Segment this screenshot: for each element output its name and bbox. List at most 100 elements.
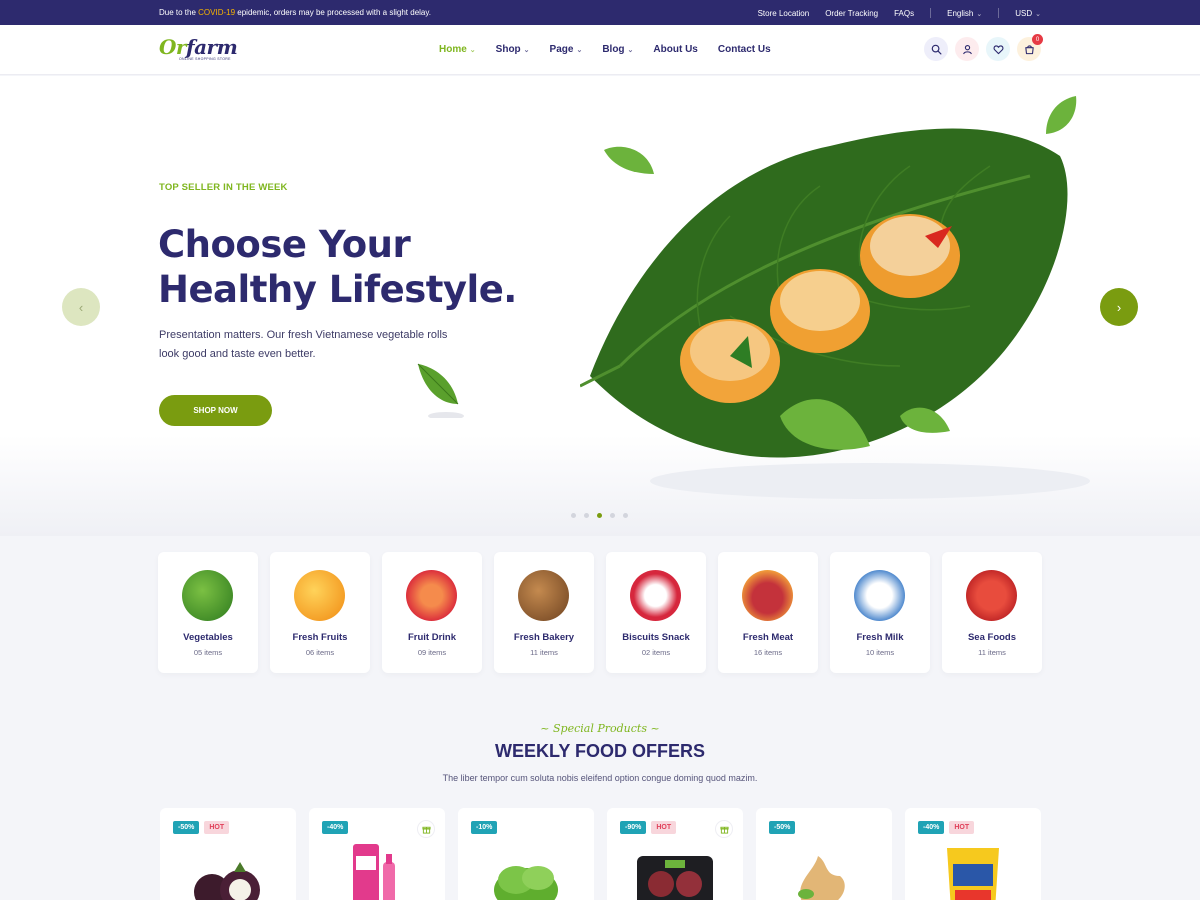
product-image <box>947 848 999 900</box>
category-card-fresh-meat[interactable]: Fresh Meat 16 items <box>718 552 818 673</box>
chevron-down-icon: ⌄ <box>576 46 583 54</box>
nav-label: Shop <box>495 44 521 55</box>
slider-dot[interactable] <box>610 513 615 518</box>
category-card-fresh-bakery[interactable]: Fresh Bakery 11 items <box>494 552 594 673</box>
nav-label: Contact Us <box>717 44 771 55</box>
header-icons: 0 <box>924 34 1043 61</box>
discount-badge: -90% <box>620 821 647 834</box>
hero-desc-line2: look good and taste even better. <box>159 348 316 360</box>
category-name: Vegetables <box>183 632 233 643</box>
account-button[interactable] <box>955 37 979 61</box>
discount-badge: -40% <box>322 821 349 834</box>
category-card-sea-foods[interactable]: Sea Foods 11 items <box>942 552 1042 673</box>
nav-item-page[interactable]: Page ⌄ <box>550 44 583 55</box>
product-image <box>798 856 845 900</box>
slider-dot-active[interactable] <box>597 513 602 518</box>
product-card[interactable]: -40% <box>309 808 445 900</box>
language-label: English <box>947 8 974 18</box>
main-header: Orfarm ONLINE SHOPPING STORE Home ⌄ Shop ⌄… <box>0 25 1200 75</box>
product-tags: -50% HOT <box>173 821 230 834</box>
category-name: Fresh Bakery <box>513 632 575 643</box>
notice-text-suffix: epidemic, orders may be processed with a… <box>235 8 431 17</box>
category-image <box>182 570 233 621</box>
category-card-vegetables[interactable]: Vegetables 05 items <box>158 552 258 673</box>
category-name: Fresh Fruits <box>292 632 348 643</box>
category-count: 10 items <box>865 648 895 657</box>
link-order-tracking[interactable]: Order Tracking <box>825 9 878 18</box>
category-image <box>742 570 793 621</box>
hot-badge: HOT <box>949 821 975 834</box>
product-card[interactable]: -50% <box>756 808 892 900</box>
wishlist-button[interactable] <box>986 37 1010 61</box>
gift-icon[interactable] <box>417 820 435 838</box>
notice-text: Due to the <box>159 8 199 17</box>
product-card[interactable]: -40% HOT <box>905 808 1041 900</box>
slider-prev-button[interactable]: ‹ <box>62 288 100 326</box>
product-image <box>194 862 260 900</box>
category-card-biscuits-snack[interactable]: Biscuits Snack 02 items <box>606 552 706 673</box>
category-name: Fruit Drink <box>407 632 457 643</box>
shop-now-button[interactable]: SHOP NOW <box>159 395 272 426</box>
nav-item-about[interactable]: About Us <box>653 44 697 55</box>
nav-item-home[interactable]: Home ⌄ <box>439 44 476 55</box>
main-nav: Home ⌄ Shop ⌄ Page ⌄ Blog ⌄ About Us Contact… <box>439 44 771 55</box>
category-count: 11 items <box>978 648 1006 657</box>
product-card[interactable]: -10% <box>458 808 594 900</box>
cart-count-badge: 0 <box>1032 34 1043 45</box>
category-image <box>966 570 1017 621</box>
section-title: WEEKLY FOOD OFFERS <box>494 741 706 761</box>
top-links: Store Location Order Tracking FAQs Engli… <box>758 8 1041 18</box>
logo-text-a: Or <box>159 35 186 59</box>
search-button[interactable] <box>924 37 948 61</box>
nav-item-shop[interactable]: Shop ⌄ <box>496 44 530 55</box>
product-card[interactable]: -50% HOT <box>160 808 296 900</box>
chevron-down-icon: ⌄ <box>627 46 634 54</box>
category-card-fruit-drink[interactable]: Fruit Drink 09 items <box>382 552 482 673</box>
product-card[interactable]: -90% HOT <box>607 808 743 900</box>
slider-dot[interactable] <box>584 513 589 518</box>
currency-select[interactable]: USD ⌄ <box>1015 9 1041 18</box>
section-tag: ~ Special Products ~ <box>540 722 660 735</box>
product-tags: -90% HOT <box>620 821 677 834</box>
link-faqs[interactable]: FAQs <box>894 9 914 18</box>
section-description: The liber tempor cum soluta nobis eleife… <box>442 773 758 783</box>
gift-icon[interactable] <box>715 820 733 838</box>
discount-badge: -40% <box>918 821 945 834</box>
category-card-fresh-milk[interactable]: Fresh Milk 10 items <box>830 552 930 673</box>
slider-dot[interactable] <box>571 513 576 518</box>
hero-title-line2: Healthy Lifestyle. <box>158 268 517 311</box>
product-image <box>353 844 395 900</box>
logo[interactable]: Orfarm ONLINE SHOPPING STORE <box>159 35 239 65</box>
hero-title: Choose Your Healthy Lifestyle. <box>158 222 578 312</box>
leaf-decoration <box>417 363 464 418</box>
nav-item-contact[interactable]: Contact Us <box>718 44 771 55</box>
category-card-fresh-fruits[interactable]: Fresh Fruits 06 items <box>270 552 370 673</box>
nav-item-blog[interactable]: Blog ⌄ <box>602 44 633 55</box>
slider-dot[interactable] <box>623 513 628 518</box>
divider <box>998 8 1000 18</box>
category-name: Fresh Milk <box>856 632 904 643</box>
category-list: Vegetables 05 items Fresh Fruits 06 item… <box>158 552 1042 673</box>
logo-tagline: ONLINE SHOPPING STORE <box>179 57 231 61</box>
product-image <box>494 866 558 900</box>
discount-badge: -50% <box>769 821 796 834</box>
search-icon <box>931 44 941 54</box>
product-tags: -50% <box>769 821 796 834</box>
cart-button[interactable]: 0 <box>1017 34 1043 61</box>
category-count: 09 items <box>417 648 447 657</box>
cart-icon <box>1024 44 1034 54</box>
language-select[interactable]: English ⌄ <box>947 9 982 18</box>
category-count: 02 items <box>641 648 671 657</box>
category-image <box>854 570 905 621</box>
hero-eyebrow: TOP SELLER IN THE WEEK <box>159 182 288 193</box>
heart-icon <box>993 44 1003 54</box>
product-tags: -40% HOT <box>918 821 975 834</box>
hero-slider: TOP SELLER IN THE WEEK Choose Your Health… <box>0 76 1200 536</box>
chevron-right-icon: › <box>1116 299 1122 315</box>
logo-text-b: farm <box>185 35 238 59</box>
nav-label: About Us <box>653 44 698 55</box>
slider-next-button[interactable]: › <box>1100 288 1138 326</box>
chevron-down-icon: ⌄ <box>976 10 983 18</box>
link-store-location[interactable]: Store Location <box>758 9 810 18</box>
hot-badge: HOT <box>651 821 677 834</box>
